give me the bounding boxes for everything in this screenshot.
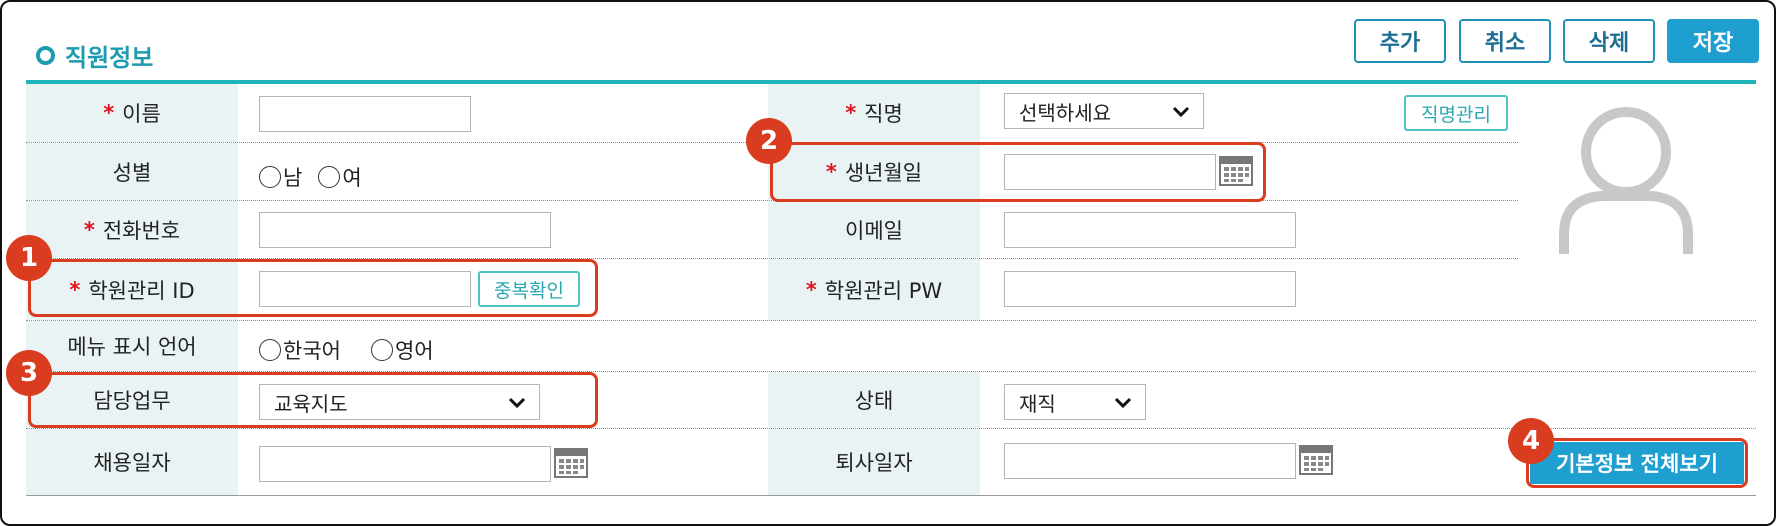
phone-label: * 전화번호 (26, 201, 238, 258)
section-title: 직원정보 (36, 38, 153, 73)
language-option-english[interactable]: 영어 (370, 335, 434, 365)
resign-date-input[interactable] (1004, 443, 1296, 479)
radio-circle[interactable] (370, 339, 393, 361)
academy-pw-label: * 학원관리 PW (768, 259, 980, 320)
phone-input[interactable] (259, 212, 551, 248)
add-button[interactable]: 추가 (1354, 19, 1446, 63)
resign-date-label: 퇴사일자 (768, 429, 980, 495)
position-select-value: 선택하세요 (1019, 100, 1111, 125)
name-input[interactable] (259, 96, 471, 132)
hire-date-input[interactable] (259, 446, 551, 482)
step-badge-2: 2 (746, 118, 792, 164)
status-label: 상태 (768, 372, 980, 428)
radio-circle[interactable] (259, 166, 281, 188)
name-label: * 이름 (26, 84, 238, 142)
step-badge-1: 1 (6, 235, 52, 281)
menu-language-label: 메뉴 표시 언어 (26, 321, 238, 371)
academy-pw-input[interactable] (1004, 271, 1296, 307)
chevron-down-icon (1172, 106, 1190, 118)
highlight-box-2 (770, 142, 1266, 202)
chevron-down-icon (1114, 397, 1132, 409)
status-select-value: 재직 (1019, 391, 1056, 416)
calendar-icon[interactable] (554, 448, 588, 478)
position-label: * 직명 (768, 84, 980, 142)
highlight-box-3 (28, 372, 598, 428)
circle-bullet-icon (36, 46, 55, 65)
cancel-button[interactable]: 취소 (1459, 19, 1551, 63)
hire-date-label: 채용일자 (26, 429, 238, 495)
calendar-icon[interactable] (1299, 445, 1333, 475)
highlight-box-4 (1526, 438, 1748, 488)
position-select[interactable]: 선택하세요 (1004, 93, 1204, 129)
gender-option-female[interactable]: 여 (318, 162, 362, 192)
gender-radio-group: 남 여 (259, 162, 378, 192)
status-select[interactable]: 재직 (1004, 384, 1146, 420)
highlight-box-1 (28, 259, 598, 317)
save-button[interactable]: 저장 (1667, 19, 1759, 63)
language-option-korean[interactable]: 한국어 (259, 335, 341, 365)
email-label: 이메일 (768, 201, 980, 258)
email-input[interactable] (1004, 212, 1296, 248)
delete-button[interactable]: 삭제 (1563, 19, 1655, 63)
step-badge-4: 4 (1508, 418, 1554, 464)
page-title: 직원정보 (65, 44, 154, 72)
radio-circle[interactable] (259, 339, 281, 361)
position-manage-button[interactable]: 직명관리 (1404, 95, 1508, 131)
gender-option-male[interactable]: 남 (259, 162, 302, 192)
step-badge-3: 3 (6, 350, 52, 396)
language-radio-group: 한국어 영어 (259, 335, 450, 365)
radio-circle[interactable] (318, 166, 341, 188)
profile-avatar-icon (1559, 107, 1693, 254)
gender-label: 성별 (26, 143, 238, 200)
